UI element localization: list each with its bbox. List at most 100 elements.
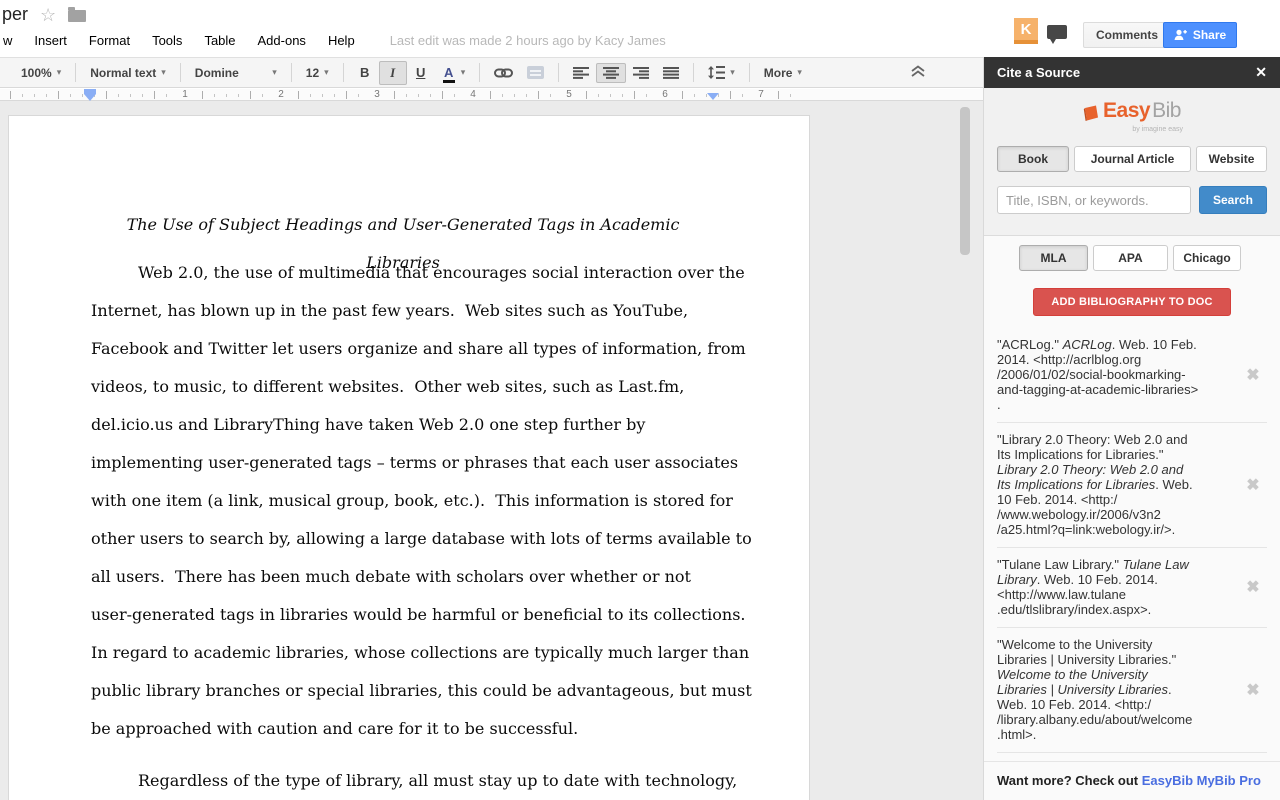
text-line: implementing user-generated tags – terms… xyxy=(91,444,715,482)
bold-button[interactable]: B xyxy=(351,61,379,84)
mybib-pro-link[interactable]: EasyBib MyBib Pro xyxy=(1142,773,1261,788)
insert-link-icon[interactable] xyxy=(487,61,520,85)
toolbar-separator xyxy=(558,63,559,82)
document-canvas: The Use of Subject Headings and User-Gen… xyxy=(0,101,983,800)
citation-text: "Tulane Law Library." Tulane Law Library… xyxy=(997,557,1239,617)
citation-entry: "Welcome to the University Libraries | U… xyxy=(997,628,1267,753)
menu-item-insert[interactable]: Insert xyxy=(23,31,78,50)
cite-source-sidebar: Cite a Source ✕ EasyBib by imagine easy … xyxy=(983,57,1280,800)
search-row: Search xyxy=(997,186,1267,214)
left-margin-marker[interactable] xyxy=(84,94,96,101)
toolbar-separator xyxy=(180,63,181,82)
text-line: user-generated tags in libraries would b… xyxy=(91,596,715,634)
more-button[interactable]: More▾ xyxy=(757,62,809,84)
folder-icon[interactable] xyxy=(68,10,86,22)
align-justify-button[interactable] xyxy=(656,63,686,83)
align-center-button[interactable] xyxy=(596,63,626,83)
text-line: other users to search by, allowing a lar… xyxy=(91,520,715,558)
delete-citation-icon[interactable]: ✖ xyxy=(1239,577,1267,597)
toolbar-separator xyxy=(693,63,694,82)
delete-citation-icon[interactable]: ✖ xyxy=(1239,365,1267,385)
ruler-number: 7 xyxy=(753,89,769,100)
text-line: In regard to academic libraries, whose c… xyxy=(91,634,715,672)
delete-citation-icon[interactable]: ✖ xyxy=(1239,475,1267,495)
toolbar-separator xyxy=(343,63,344,82)
sidebar-search-section: EasyBib by imagine easy BookJournal Arti… xyxy=(984,88,1280,236)
font-size-select[interactable]: 12▾ xyxy=(299,62,336,84)
share-person-icon xyxy=(1174,29,1187,41)
text-line: del.icio.us and LibraryThing have taken … xyxy=(91,406,715,444)
ruler-number: 5 xyxy=(561,89,577,100)
citation-entry: "Tulane Law Library." Tulane Law Library… xyxy=(997,548,1267,628)
menu-item-help[interactable]: Help xyxy=(317,31,366,50)
zoom-select[interactable]: 100%▾ xyxy=(14,62,68,84)
menu-item-view[interactable]: w xyxy=(2,31,23,50)
ruler-number: 1 xyxy=(177,89,193,100)
paragraph: Regardless of the type of library, all m… xyxy=(91,762,715,800)
toolbar: 100%▾ Normal text▾ Domine▾ 12▾ B I U A▾ … xyxy=(0,57,983,88)
citation-style-tabs: MLAAPAChicago xyxy=(1019,245,1280,271)
close-icon[interactable]: ✕ xyxy=(1255,64,1267,81)
right-margin-marker[interactable] xyxy=(707,93,719,100)
document-page[interactable]: The Use of Subject Headings and User-Gen… xyxy=(8,115,810,800)
citation-list: "ACRLog." ACRLog. Web. 10 Feb. 2014. <ht… xyxy=(997,328,1267,753)
menu-items: wInsertFormatToolsTableAdd-onsHelp xyxy=(2,31,366,50)
text-line: public library branches or special libra… xyxy=(91,672,715,710)
share-label: Share xyxy=(1193,28,1226,42)
sidebar-title: Cite a Source xyxy=(997,65,1080,80)
menubar: wInsertFormatToolsTableAdd-onsHelp Last … xyxy=(2,31,666,50)
citation-entry: "ACRLog." ACRLog. Web. 10 Feb. 2014. <ht… xyxy=(997,328,1267,423)
text-color-button[interactable]: A▾ xyxy=(435,61,473,84)
paragraph-style-select[interactable]: Normal text▾ xyxy=(83,62,173,84)
line-spacing-button[interactable]: ▾ xyxy=(701,62,742,83)
collapse-toolbar-icon[interactable] xyxy=(911,65,925,80)
italic-button[interactable]: I xyxy=(379,61,407,85)
tab-journal-article[interactable]: Journal Article xyxy=(1074,146,1191,172)
citation-text: "Library 2.0 Theory: Web 2.0 and Its Imp… xyxy=(997,432,1239,537)
brand-byline: by imagine easy xyxy=(997,126,1183,133)
citation-text: "Welcome to the University Libraries | U… xyxy=(997,637,1239,742)
ruler-ticks xyxy=(10,91,800,99)
easybib-book-icon xyxy=(1083,105,1099,123)
delete-citation-icon[interactable]: ✖ xyxy=(1239,680,1267,700)
line-spacing-icon xyxy=(708,66,725,79)
menu-item-table[interactable]: Table xyxy=(193,31,246,50)
essay-body: Web 2.0, the use of multimedia that enco… xyxy=(91,254,715,800)
ruler-number: 2 xyxy=(273,89,289,100)
document-title[interactable]: per xyxy=(2,4,28,25)
document-content[interactable]: The Use of Subject Headings and User-Gen… xyxy=(91,206,715,800)
search-input[interactable] xyxy=(997,186,1191,214)
align-left-button[interactable] xyxy=(566,63,596,83)
menu-item-format[interactable]: Format xyxy=(78,31,141,50)
source-type-tabs: BookJournal ArticleWebsite xyxy=(997,146,1267,172)
underline-button[interactable]: U xyxy=(407,61,435,84)
menu-item-tools[interactable]: Tools xyxy=(141,31,193,50)
style-tab-chicago[interactable]: Chicago xyxy=(1173,245,1241,271)
align-left-icon xyxy=(573,67,589,79)
comments-button[interactable]: Comments xyxy=(1083,22,1171,48)
share-button[interactable]: Share xyxy=(1163,22,1237,48)
text-line: Web 2.0, the use of multimedia that enco… xyxy=(91,254,715,292)
font-family-select[interactable]: Domine▾ xyxy=(188,62,284,84)
text-line: with one item (a link, musical group, bo… xyxy=(91,482,715,520)
align-right-button[interactable] xyxy=(626,63,656,83)
ruler-number: 6 xyxy=(657,89,673,100)
menu-item-add-ons[interactable]: Add-ons xyxy=(247,31,317,50)
add-bibliography-button[interactable]: ADD BIBLIOGRAPHY TO DOC xyxy=(1033,288,1231,316)
avatar[interactable]: K xyxy=(1014,18,1038,44)
sidebar-header: Cite a Source ✕ xyxy=(984,57,1280,88)
toolbar-separator xyxy=(75,63,76,82)
style-tab-apa[interactable]: APA xyxy=(1093,245,1168,271)
link-icon xyxy=(494,65,513,81)
insert-comment-icon-disabled xyxy=(520,62,551,83)
search-button[interactable]: Search xyxy=(1199,186,1267,214)
tab-book[interactable]: Book xyxy=(997,146,1069,172)
footer-text: Want more? Check out xyxy=(997,773,1142,788)
star-icon[interactable]: ☆ xyxy=(40,6,56,24)
document-scrollbar[interactable] xyxy=(960,107,970,255)
style-tab-mla[interactable]: MLA xyxy=(1019,245,1088,271)
text-line: Facebook and Twitter let users organize … xyxy=(91,330,715,368)
last-edit-status[interactable]: Last edit was made 2 hours ago by Kacy J… xyxy=(390,33,666,48)
tab-website[interactable]: Website xyxy=(1196,146,1267,172)
chat-icon[interactable] xyxy=(1047,25,1067,39)
